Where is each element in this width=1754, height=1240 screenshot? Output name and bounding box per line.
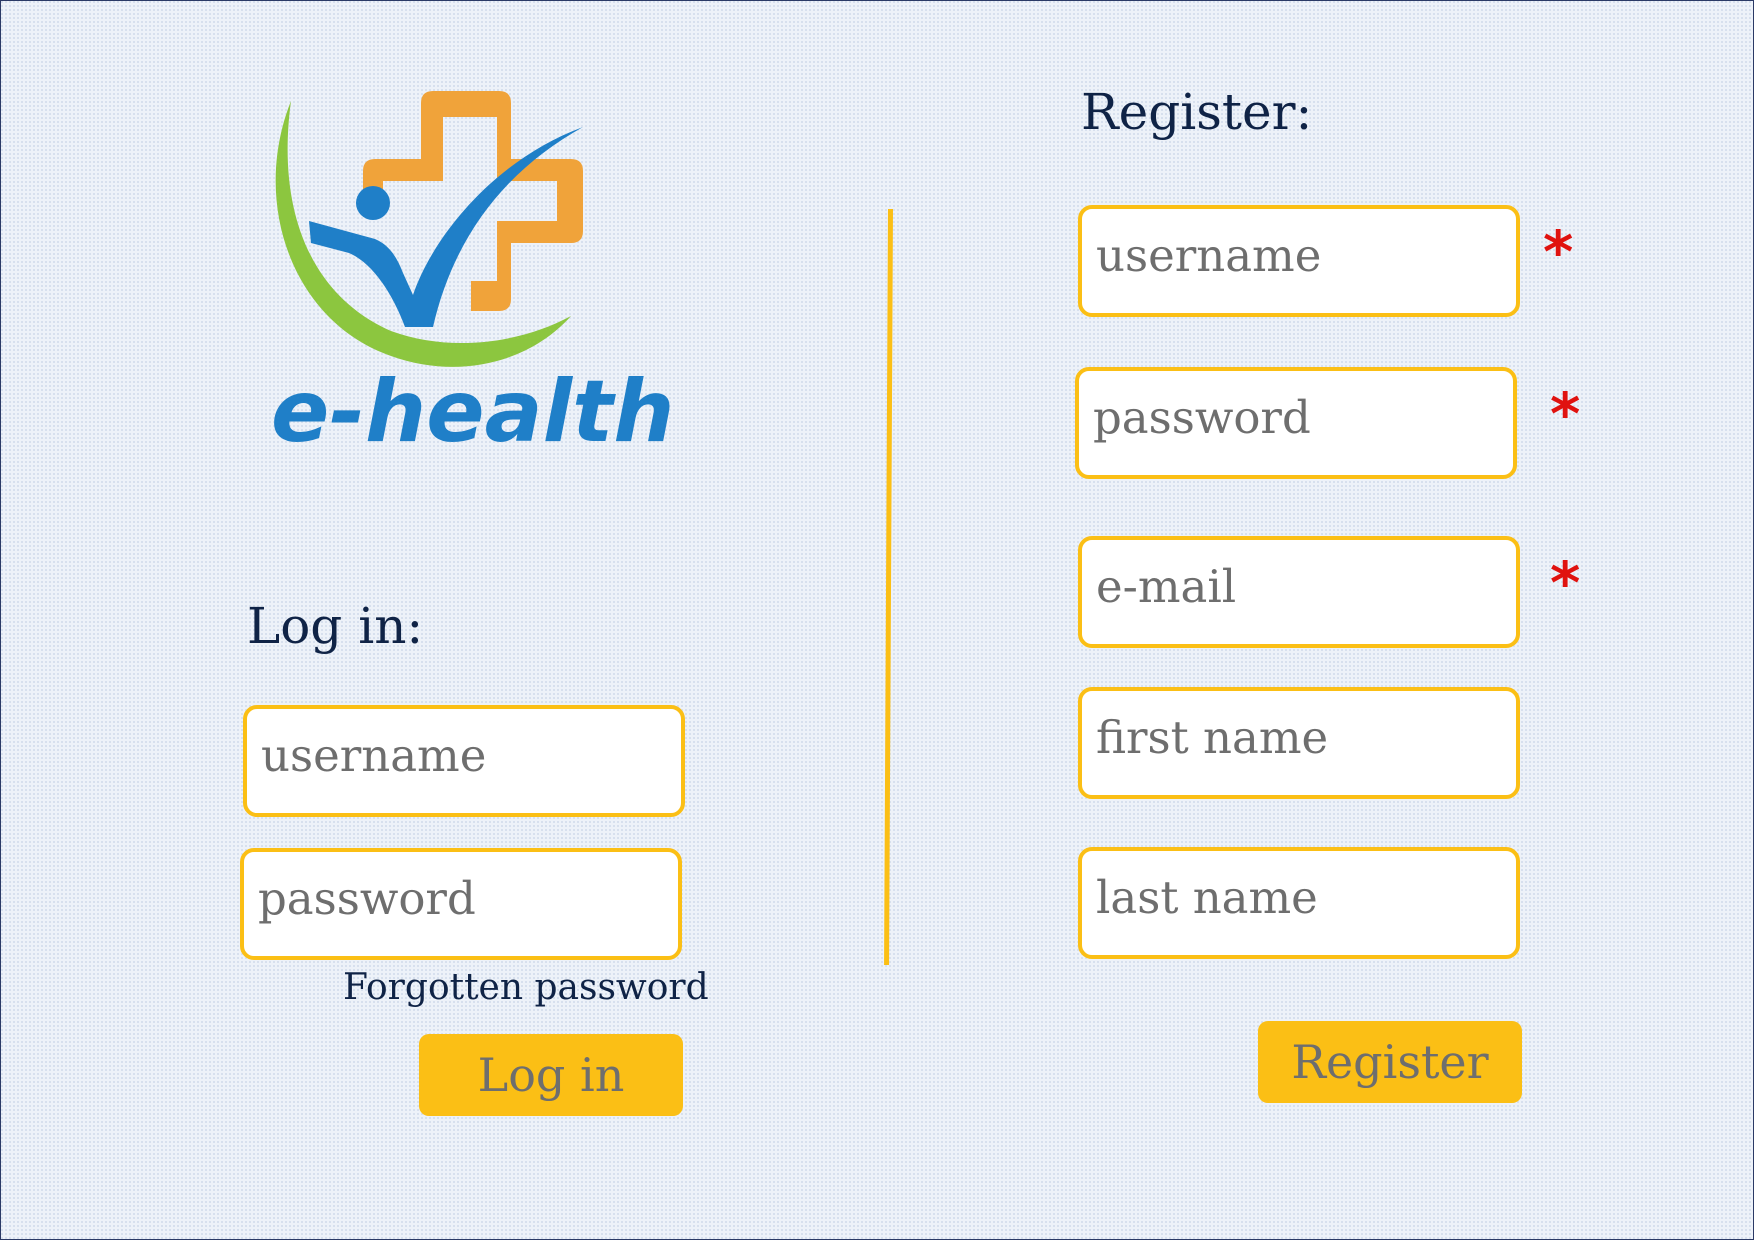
medical-cross-person-icon: e-health — [271, 91, 671, 462]
register-password-input[interactable] — [1093, 385, 1499, 449]
register-email-input[interactable] — [1096, 554, 1502, 618]
register-heading: Register: — [1081, 83, 1313, 141]
register-username-field[interactable] — [1078, 205, 1520, 317]
register-button[interactable]: Register — [1258, 1021, 1522, 1103]
login-username-input[interactable] — [261, 723, 667, 787]
register-last-name-field[interactable] — [1078, 847, 1520, 959]
forgotten-password-link[interactable]: Forgotten password — [343, 967, 709, 1008]
logo-wordmark: e-health — [271, 362, 671, 462]
register-last-name-input[interactable] — [1096, 865, 1502, 929]
register-first-name-input[interactable] — [1096, 705, 1502, 769]
register-password-field[interactable] — [1075, 367, 1517, 479]
login-button[interactable]: Log in — [419, 1034, 683, 1116]
required-marker: * — [1550, 549, 1581, 617]
login-username-field[interactable] — [243, 705, 685, 817]
register-first-name-field[interactable] — [1078, 687, 1520, 799]
login-heading: Log in: — [247, 597, 424, 655]
register-username-input[interactable] — [1096, 223, 1502, 287]
login-password-field[interactable] — [240, 848, 682, 960]
section-divider — [884, 208, 893, 966]
login-password-input[interactable] — [258, 866, 664, 930]
required-marker: * — [1543, 218, 1574, 286]
register-email-field[interactable] — [1078, 536, 1520, 648]
e-health-logo: e-health — [271, 81, 671, 521]
required-marker: * — [1550, 380, 1581, 448]
